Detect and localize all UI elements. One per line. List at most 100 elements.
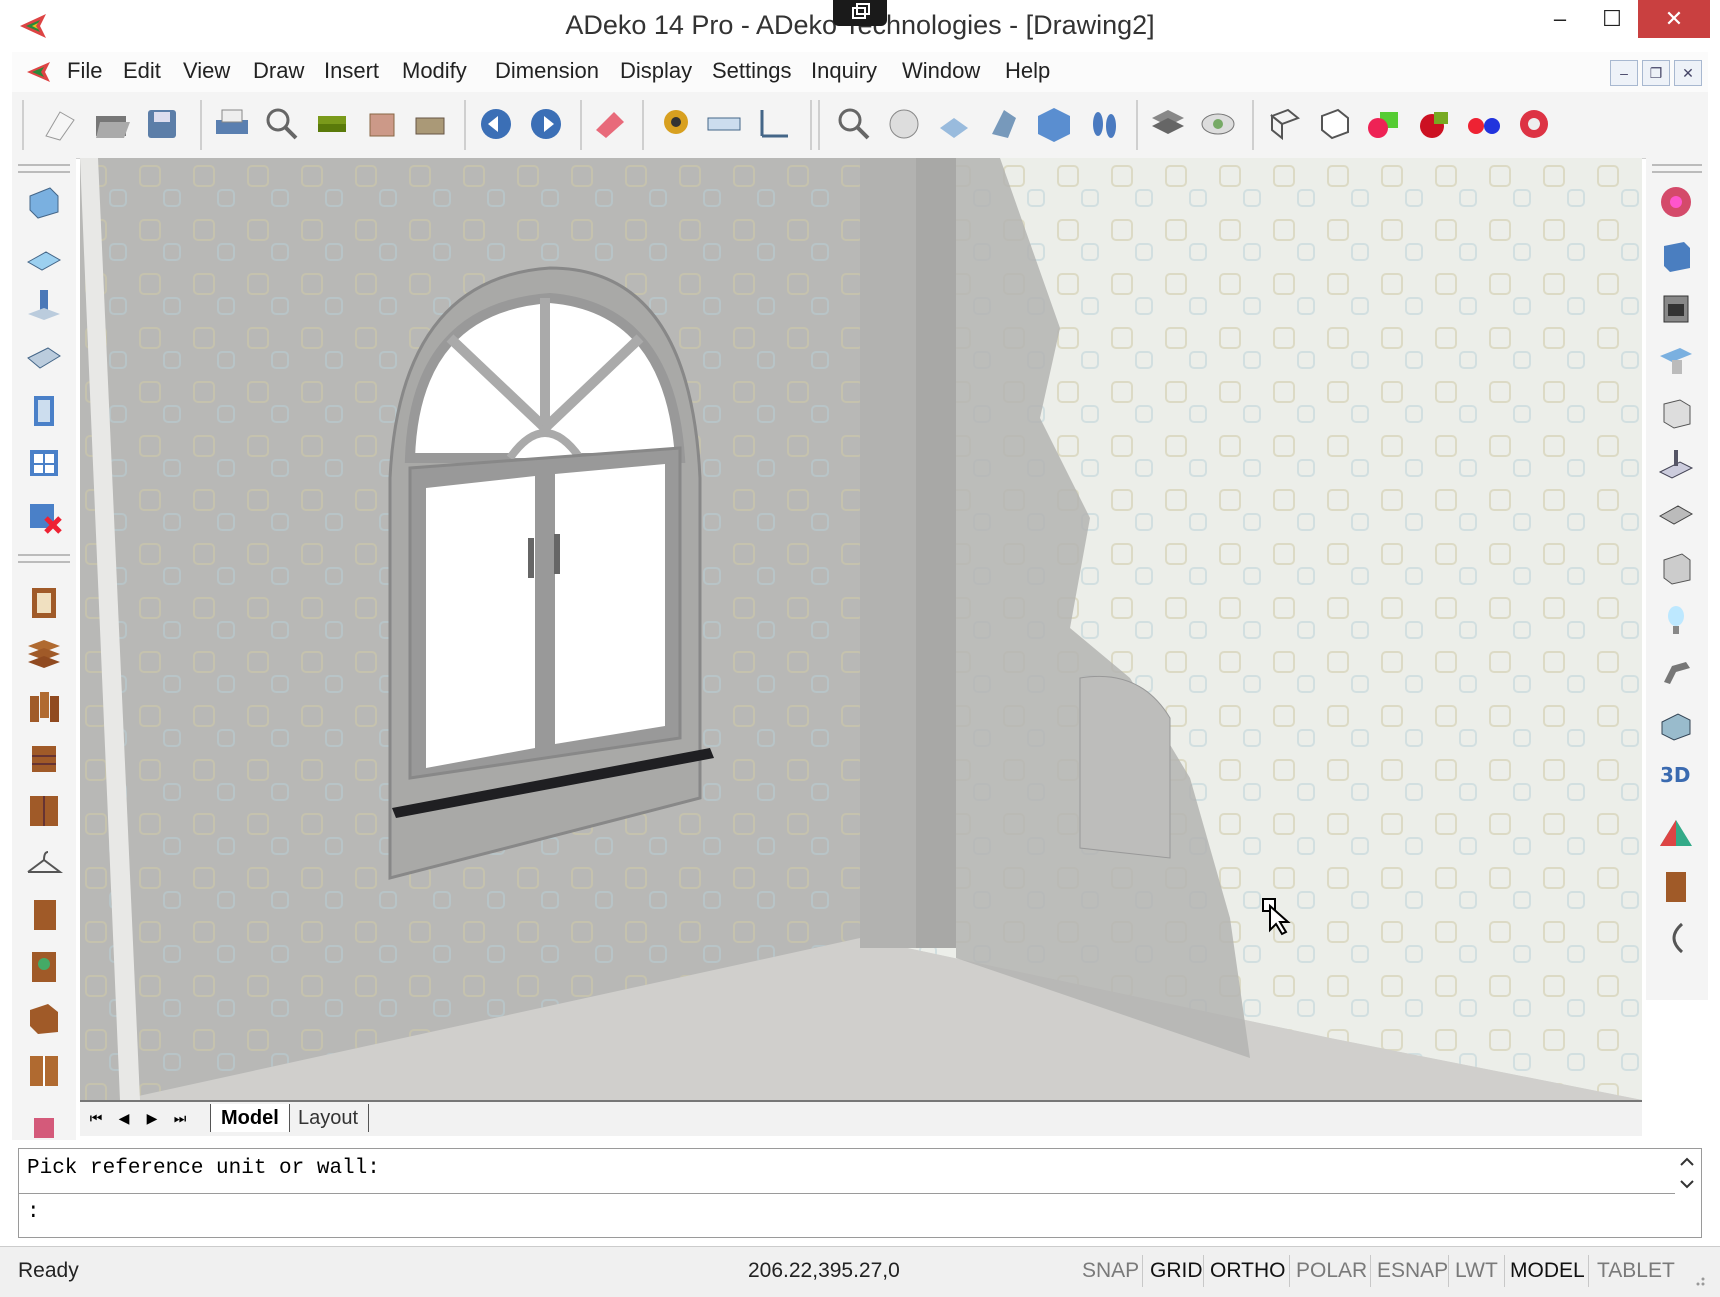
- save-icon[interactable]: [142, 104, 182, 144]
- door-icon[interactable]: [24, 390, 64, 430]
- window-icon[interactable]: [24, 442, 64, 482]
- sink-icon[interactable]: [1656, 182, 1696, 222]
- mdi-close-button[interactable]: ✕: [1674, 60, 1702, 86]
- esnap-toggle[interactable]: ESNAP: [1377, 1259, 1448, 1283]
- ruler-icon[interactable]: [704, 104, 744, 144]
- floor-icon[interactable]: [24, 236, 64, 276]
- hanger-icon[interactable]: [24, 842, 64, 882]
- model-toggle[interactable]: MODEL: [1510, 1259, 1585, 1283]
- appliance-icon[interactable]: [24, 946, 64, 986]
- menu-draw[interactable]: Draw: [253, 58, 304, 84]
- pyramid-icon[interactable]: [1656, 814, 1696, 854]
- hood-icon[interactable]: [1656, 340, 1696, 380]
- left-toolbar-grip-2[interactable]: [18, 554, 70, 563]
- minimize-button[interactable]: –: [1534, 0, 1586, 38]
- cube-icon[interactable]: [1656, 236, 1696, 276]
- faucet-icon[interactable]: [1656, 652, 1696, 692]
- left-toolbar-grip[interactable]: [18, 164, 70, 173]
- red-ball-icon[interactable]: [1414, 104, 1454, 144]
- delete-window-icon[interactable]: [24, 496, 64, 536]
- 3d-text-icon[interactable]: 3D: [1656, 756, 1696, 796]
- cube-view-icon[interactable]: [1034, 104, 1074, 144]
- print-icon[interactable]: [212, 104, 252, 144]
- curve-icon[interactable]: [1656, 918, 1696, 958]
- undo-icon[interactable]: [476, 104, 516, 144]
- box-3d-icon[interactable]: [1656, 704, 1696, 744]
- menu-modify[interactable]: Modify: [402, 58, 467, 84]
- lwt-toggle[interactable]: LWT: [1455, 1259, 1498, 1283]
- ortho-toggle[interactable]: ORTHO: [1210, 1259, 1285, 1283]
- menu-inquiry[interactable]: Inquiry: [811, 58, 877, 84]
- dimension-icon[interactable]: [754, 104, 794, 144]
- base-unit-icon[interactable]: [1656, 392, 1696, 432]
- eye-icon[interactable]: [1198, 104, 1238, 144]
- maximize-button[interactable]: ☐: [1586, 0, 1638, 38]
- close-button[interactable]: ✕: [1638, 0, 1710, 38]
- hidden-cube-icon[interactable]: [1314, 104, 1354, 144]
- corner-cabinet-icon[interactable]: [24, 998, 64, 1038]
- new-file-icon[interactable]: [40, 104, 80, 144]
- wardrobe-icon[interactable]: [24, 790, 64, 830]
- double-door-icon[interactable]: [24, 1050, 64, 1090]
- menu-insert[interactable]: Insert: [324, 58, 379, 84]
- polar-toggle[interactable]: POLAR: [1296, 1259, 1367, 1283]
- lamp-icon[interactable]: [1656, 600, 1696, 640]
- prev-tab-button[interactable]: ◀: [112, 1106, 136, 1130]
- wireframe-cube-icon[interactable]: [1264, 104, 1304, 144]
- open-folder-icon[interactable]: [92, 104, 132, 144]
- tablet-toggle[interactable]: TABLET: [1597, 1259, 1675, 1283]
- properties-icon[interactable]: [362, 104, 402, 144]
- next-tab-button[interactable]: ▶: [140, 1106, 164, 1130]
- document-icon[interactable]: [26, 60, 52, 84]
- slab-icon[interactable]: [24, 338, 64, 378]
- zoom-icon[interactable]: [834, 104, 874, 144]
- counter-icon[interactable]: [1656, 444, 1696, 484]
- tab-layout[interactable]: Layout: [288, 1104, 370, 1132]
- toolbar-grip[interactable]: [22, 100, 24, 150]
- cabinet-icon[interactable]: [24, 582, 64, 622]
- render-icon[interactable]: [1514, 104, 1554, 144]
- first-tab-button[interactable]: ⏮: [84, 1106, 108, 1130]
- oven-icon[interactable]: [1656, 288, 1696, 328]
- mdi-minimize-button[interactable]: –: [1610, 60, 1638, 86]
- resize-grip-icon[interactable]: [1690, 1271, 1706, 1287]
- numbered-view-icon[interactable]: [884, 104, 924, 144]
- menu-dimension[interactable]: Dimension: [495, 58, 599, 84]
- menu-display[interactable]: Display: [620, 58, 692, 84]
- floor-view-icon[interactable]: [934, 104, 974, 144]
- restore-pill[interactable]: [833, 0, 887, 26]
- eraser-icon[interactable]: [590, 104, 630, 144]
- last-tab-button[interactable]: ⏭: [168, 1106, 192, 1130]
- redo-icon[interactable]: [526, 104, 566, 144]
- wall-icon[interactable]: [24, 182, 64, 222]
- menu-edit[interactable]: Edit: [123, 58, 161, 84]
- command-scroll-icon[interactable]: [1677, 1153, 1697, 1193]
- green-ball-icon[interactable]: [1364, 104, 1404, 144]
- menu-window[interactable]: Window: [902, 58, 980, 84]
- box-icon[interactable]: [24, 738, 64, 778]
- panel-icon[interactable]: [24, 894, 64, 934]
- stack-icon[interactable]: [312, 104, 352, 144]
- snap-toggle[interactable]: SNAP: [1082, 1259, 1139, 1283]
- block-icon[interactable]: [1656, 548, 1696, 588]
- glasses-icon[interactable]: [1464, 104, 1504, 144]
- menu-view[interactable]: View: [183, 58, 230, 84]
- footprints-icon[interactable]: [1084, 104, 1124, 144]
- shelves-icon[interactable]: [24, 634, 64, 674]
- print-preview-icon[interactable]: [262, 104, 302, 144]
- menu-file[interactable]: File: [67, 58, 102, 84]
- door-panel-icon[interactable]: [1656, 866, 1696, 906]
- wall-view-icon[interactable]: [984, 104, 1024, 144]
- mdi-restore-button[interactable]: ❐: [1642, 60, 1670, 86]
- misc-icon[interactable]: [24, 1102, 64, 1142]
- layers-icon[interactable]: [1148, 104, 1188, 144]
- column-icon[interactable]: [24, 286, 64, 326]
- right-toolbar-grip[interactable]: [1652, 164, 1702, 173]
- drawing-viewport[interactable]: [80, 158, 1642, 1100]
- tab-model[interactable]: Model: [210, 1104, 290, 1132]
- menu-help[interactable]: Help: [1005, 58, 1050, 84]
- measure-tape-icon[interactable]: [654, 104, 694, 144]
- menu-settings[interactable]: Settings: [712, 58, 792, 84]
- plot-icon[interactable]: [410, 104, 450, 144]
- drawers-icon[interactable]: [24, 686, 64, 726]
